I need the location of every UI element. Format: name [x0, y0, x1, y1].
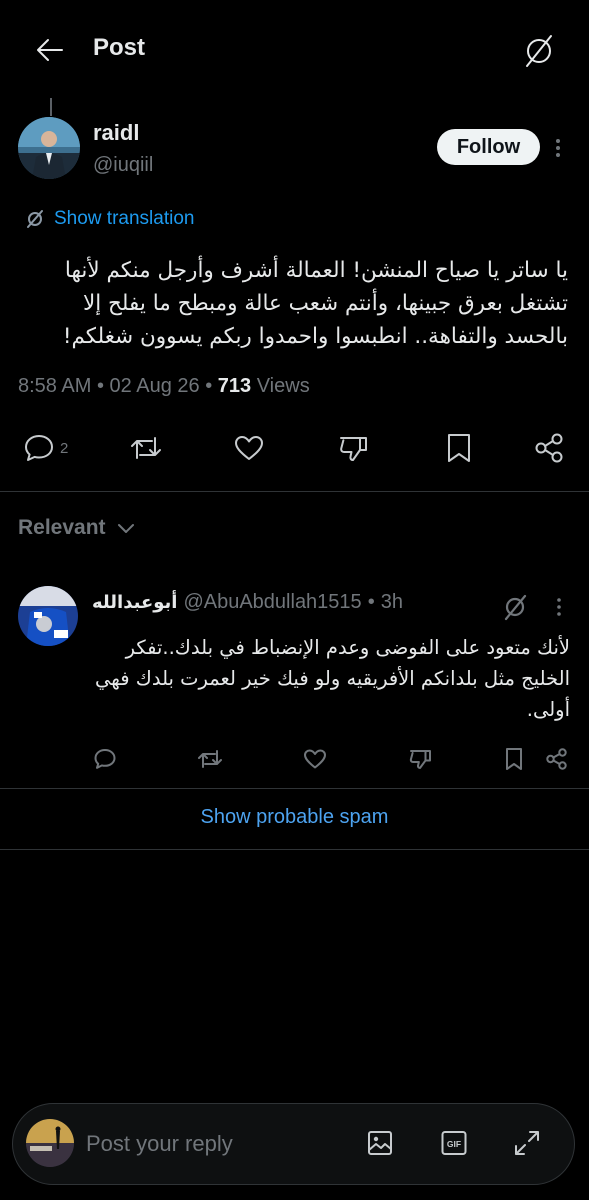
follow-button[interactable]: Follow: [437, 129, 540, 165]
thread-line: [50, 98, 52, 116]
chevron-down-icon: [117, 524, 134, 533]
downvote-button[interactable]: [336, 428, 370, 468]
share-icon: [535, 433, 563, 463]
add-gif-button[interactable]: GIF: [440, 1129, 468, 1157]
reply-like-button[interactable]: [302, 744, 328, 774]
show-translation-label: Show translation: [54, 208, 195, 229]
like-button[interactable]: [232, 428, 266, 468]
reply-author-name[interactable]: أبوعبدالله: [92, 592, 177, 613]
gif-icon: GIF: [441, 1131, 467, 1155]
add-image-button[interactable]: [366, 1129, 394, 1157]
bookmark-button[interactable]: [442, 428, 476, 468]
share-icon: [546, 748, 567, 770]
reply-button[interactable]: 2: [22, 428, 68, 468]
reply-more-button[interactable]: [552, 596, 566, 618]
post-time: 8:58 AM: [18, 375, 92, 397]
more-vertical-icon: [556, 139, 560, 157]
author-avatar[interactable]: [18, 117, 80, 179]
reply-repost-button[interactable]: [196, 744, 224, 774]
repost-button[interactable]: [128, 428, 164, 468]
thumbs-down-icon: [409, 750, 431, 769]
show-probable-spam-link[interactable]: Show probable spam: [0, 806, 589, 829]
thumbs-down-icon: [340, 437, 367, 461]
heart-icon: [235, 436, 263, 460]
image-icon: [368, 1131, 392, 1155]
reply-author-handle[interactable]: @AbuAbdullah1515: [183, 591, 361, 614]
meta-separator: •: [205, 375, 213, 397]
avatar-image: [18, 586, 78, 646]
reply-time[interactable]: 3h: [381, 591, 403, 614]
my-avatar: [26, 1119, 74, 1167]
reply-author-avatar[interactable]: [18, 586, 78, 646]
reply-share-button[interactable]: [544, 744, 570, 774]
meta-separator: •: [367, 591, 375, 613]
repost-icon: [198, 750, 222, 768]
grok-icon: [27, 210, 43, 228]
reply-bookmark-button[interactable]: [501, 744, 527, 774]
page-title: Post: [93, 34, 146, 61]
reply-input[interactable]: Post your reply: [86, 1131, 233, 1157]
sort-label: Relevant: [18, 516, 106, 539]
author-handle[interactable]: @iuqiil: [93, 154, 153, 177]
reply-grok-button[interactable]: [500, 592, 530, 622]
grok-button[interactable]: [518, 30, 560, 72]
reply-icon: [94, 749, 116, 769]
more-options-button[interactable]: [549, 136, 567, 160]
divider: [0, 491, 589, 492]
gif-label: GIF: [447, 1139, 461, 1149]
divider: [0, 849, 589, 850]
post-date: 02 Aug 26: [109, 375, 200, 397]
views-count: 713: [217, 375, 252, 397]
sort-dropdown[interactable]: Relevant: [18, 516, 136, 540]
more-vertical-icon: [557, 598, 561, 616]
avatar-image: [18, 117, 80, 179]
reply-text: لأنك متعود على الفوضى وعدم الإنضباط في ب…: [95, 636, 570, 721]
repost-icon: [131, 437, 161, 459]
bookmark-icon: [506, 748, 522, 770]
bookmark-icon: [448, 434, 470, 462]
expand-icon: [515, 1131, 539, 1155]
avatar-image: [26, 1119, 74, 1167]
arrow-left-icon: [37, 39, 63, 61]
grok-icon: [504, 594, 527, 621]
post-meta: 8:58 AM • 02 Aug 26 • 713 Views: [18, 375, 310, 398]
expand-composer-button[interactable]: [512, 1128, 542, 1158]
reply-count: 2: [60, 439, 69, 457]
views-label: Views: [256, 375, 310, 397]
reply-header: أبوعبدالله @AbuAbdullah1515 • 3h: [92, 591, 403, 614]
reply-reply-button[interactable]: [92, 744, 118, 774]
reply-icon: [25, 435, 53, 461]
show-translation-link[interactable]: Show translation: [24, 208, 194, 230]
divider: [0, 788, 589, 789]
grok-icon: [526, 35, 552, 67]
heart-icon: [304, 749, 326, 769]
share-button[interactable]: [532, 428, 568, 468]
author-name[interactable]: raidl: [93, 120, 139, 146]
post-text: يا ساتر يا صياح المنشن! العمالة أشرف وأر…: [62, 258, 568, 349]
meta-separator: •: [96, 375, 104, 397]
reply-downvote-button[interactable]: [407, 744, 433, 774]
back-button[interactable]: [30, 30, 70, 70]
